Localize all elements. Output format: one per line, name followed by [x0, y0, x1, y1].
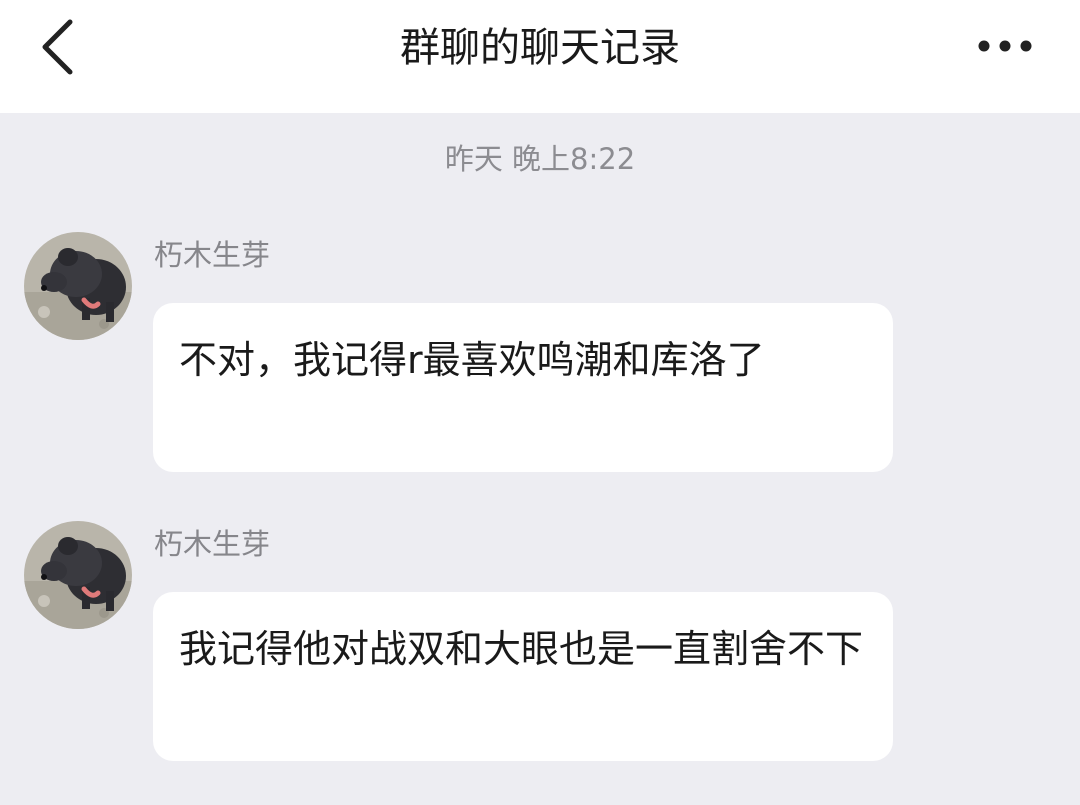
avatar[interactable]: [24, 521, 132, 629]
top-bar: 群聊的聊天记录: [0, 0, 1080, 113]
puppy-avatar-icon: [24, 232, 132, 340]
message-bubble[interactable]: 不对，我记得r最喜欢鸣潮和库洛了: [153, 303, 893, 472]
message-timestamp: 昨天 晚上8:22: [444, 142, 636, 176]
puppy-avatar-icon: [24, 521, 132, 629]
message-bubble[interactable]: 我记得他对战双和大眼也是一直割舍不下: [153, 592, 893, 761]
more-horizontal-icon: [978, 40, 1032, 52]
avatar[interactable]: [24, 232, 132, 340]
sender-name: 朽木生芽: [154, 527, 271, 561]
more-options-button[interactable]: [970, 26, 1040, 66]
page-title: 群聊的聊天记录: [400, 25, 680, 71]
sender-name: 朽木生芽: [154, 238, 271, 272]
